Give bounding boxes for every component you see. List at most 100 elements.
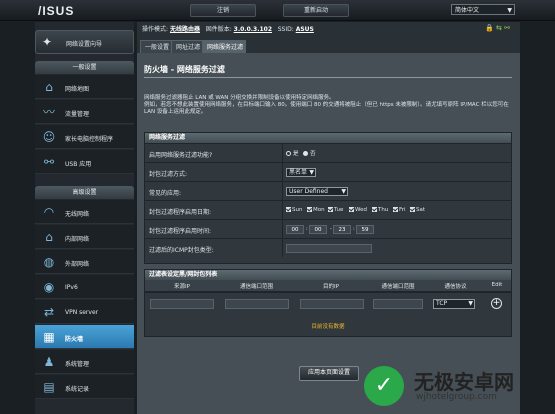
title-divider <box>144 77 512 78</box>
top-bar: /ISUS 注销 重新启动 简体中文 ▼ <box>0 0 555 21</box>
usb-status-icon[interactable]: ⚯ <box>504 24 510 32</box>
sidebar-item-label: 网络地图 <box>65 86 90 93</box>
day-checkbox-thu[interactable]: Thu <box>372 207 388 213</box>
dest-ip-input[interactable] <box>300 299 364 309</box>
day-checkbox-wed[interactable]: Wed <box>349 207 367 213</box>
sidebar-item-label: 内部网络 <box>65 236 90 243</box>
table-header: 网络服务过滤 <box>145 133 511 143</box>
sidebar-item-label: 系统记录 <box>65 386 90 393</box>
tab-url-filter[interactable]: 网址过滤 <box>171 40 203 53</box>
network-wizard-button[interactable]: ✦ 网络设置向导 <box>35 30 134 54</box>
reboot-button[interactable]: 重新启动 <box>283 4 349 17</box>
wizard-label: 网络设置向导 <box>66 41 103 48</box>
filter-method-select[interactable]: 黑名单 ▼ <box>286 168 316 177</box>
radio-yes[interactable]: 是 <box>286 149 299 157</box>
mode-label: 操作模式: <box>142 26 169 33</box>
row-value <box>282 239 512 257</box>
tab-service-filter[interactable]: 网络服务过滤 <box>202 40 246 53</box>
sidebar-item-admin[interactable]: ♟ 系统管理 <box>35 350 134 374</box>
chevron-down-icon: ▼ <box>309 169 314 176</box>
sidebar-item-label: 外部网络 <box>65 261 90 268</box>
main-content: 操作模式: 无线路由器 固件版本: 3.0.0.3.102 SSID: ASUS… <box>137 22 520 414</box>
home-icon: ⌂ <box>45 230 53 244</box>
sidebar-item-label: USB 应用 <box>65 161 92 168</box>
sidebar-item-ipv6[interactable]: ◉ IPv6 <box>35 275 134 299</box>
firmware-value[interactable]: 3.0.0.3.102 <box>234 26 272 33</box>
radio-no[interactable]: 否 <box>303 149 316 157</box>
logout-button[interactable]: 注销 <box>190 4 256 17</box>
sidebar-item-network-map[interactable]: ⌂ 网络地图 <box>35 75 134 99</box>
lock-icon[interactable]: 🔒 <box>485 24 494 32</box>
watermark-url: wjhotelgroup.com <box>416 392 497 402</box>
globe-icon: ◍ <box>43 255 55 269</box>
table-row: 封包过滤程序启用时间: 00 : 00 - 23 : 59 <box>145 219 511 238</box>
sidebar-item-firewall[interactable]: ▦ 防火墙 <box>35 325 134 349</box>
icmp-type-input[interactable] <box>286 244 372 253</box>
end-minute-input[interactable]: 59 <box>356 225 374 234</box>
row-label: 过滤后的ICMP封包类型: <box>149 247 214 254</box>
sidebar-item-label: VPN server <box>65 309 99 316</box>
tab-general[interactable]: 一般设置 <box>140 40 172 53</box>
sidebar: ✦ 网络设置向导 一般设置 ⌂ 网络地图 〰 流量管理 ☺ 家长电脑控制程序 ⚯… <box>35 22 134 414</box>
sidebar-item-wan[interactable]: ◍ 外部网络 <box>35 250 134 274</box>
protocol-select[interactable]: TCP ▼ <box>433 299 475 309</box>
sidebar-item-syslog[interactable]: ▤ 系统记录 <box>35 375 134 399</box>
page-description: 网络服务过滤器阻止 LAN 或 WAN 分组交换并限制设备以使用特定网络服务。 … <box>144 95 512 116</box>
apply-button[interactable]: 应用本页面设置 <box>299 366 359 381</box>
share-icon[interactable]: ⇆ <box>496 24 502 32</box>
row-value: 黑名单 ▼ <box>282 163 512 181</box>
column-header: 通信端口范围 <box>239 284 273 290</box>
ssid-value[interactable]: ASUS <box>296 26 314 33</box>
day-checkbox-sat[interactable]: Sat <box>410 207 425 213</box>
row-value: 00 : 00 - 23 : 59 <box>282 220 512 238</box>
traffic-icon: 〰 <box>42 105 55 119</box>
row-label: 启用网络服务过滤功能? <box>149 152 213 159</box>
asus-logo: /ISUS <box>38 4 75 18</box>
start-minute-input[interactable]: 00 <box>309 225 327 234</box>
sidebar-item-vpn[interactable]: ⇄ VPN server <box>35 300 134 324</box>
firewall-icon: ▦ <box>43 330 55 344</box>
add-rule-button[interactable]: + <box>491 298 502 309</box>
table-row: 常见的应用: User Defined ▼ <box>145 181 511 200</box>
row-value: User Defined ▼ <box>282 182 512 200</box>
mode-value[interactable]: 无线路由器 <box>170 26 200 33</box>
table-row: 封包过滤程序启用日期: Sun Mon Tue Wed Thu Fri Sat <box>145 200 511 219</box>
start-hour-input[interactable]: 00 <box>286 225 304 234</box>
day-checkbox-tue[interactable]: Tue <box>328 207 343 213</box>
row-label: 常见的应用: <box>149 190 182 197</box>
table-row: 过滤后的ICMP封包类型: <box>145 238 511 257</box>
column-header: Edit <box>491 282 503 288</box>
source-port-input[interactable] <box>225 299 289 309</box>
wifi-icon: ◠ <box>43 205 55 219</box>
row-label: 封包过滤方式: <box>149 171 188 178</box>
source-ip-input[interactable] <box>150 299 214 309</box>
column-header: 来源IP <box>174 284 190 290</box>
chevron-down-icon: ▼ <box>341 188 346 195</box>
end-hour-input[interactable]: 23 <box>333 225 351 234</box>
watermark-title: 无极安卓网 <box>414 370 514 394</box>
info-bar: 操作模式: 无线路由器 固件版本: 3.0.0.3.102 SSID: ASUS <box>142 24 314 33</box>
day-checkbox-fri[interactable]: Fri <box>393 207 406 213</box>
sidebar-item-lan[interactable]: ⌂ 内部网络 <box>35 225 134 249</box>
watermark: ✓ 无极安卓网 wjhotelgroup.com <box>360 362 552 412</box>
sidebar-item-parental[interactable]: ☺ 家长电脑控制程序 <box>35 125 134 149</box>
sidebar-item-usb[interactable]: ⚯ USB 应用 <box>35 150 134 174</box>
language-value: 简体中文 <box>455 7 480 14</box>
sidebar-item-wireless[interactable]: ◠ 无线网络 <box>35 200 134 224</box>
day-checkbox-mon[interactable]: Mon <box>307 207 325 213</box>
ipv6-icon: ◉ <box>43 280 55 294</box>
advanced-section-header: 高级设置 <box>35 186 134 199</box>
magic-wand-icon: ✦ <box>42 35 53 49</box>
status-icons: 🔒 ⇆ ⚯ <box>485 24 510 32</box>
common-apps-select[interactable]: User Defined ▼ <box>286 187 348 196</box>
row-value: Sun Mon Tue Wed Thu Fri Sat <box>282 201 512 219</box>
sidebar-item-traffic[interactable]: 〰 流量管理 <box>35 100 134 124</box>
language-select[interactable]: 简体中文 ▼ <box>451 4 515 15</box>
chevron-down-icon: ▼ <box>507 7 512 14</box>
network-map-icon: ⌂ <box>45 80 53 94</box>
day-checkbox-sun[interactable]: Sun <box>286 207 302 213</box>
dest-port-input[interactable] <box>373 299 423 309</box>
no-data-message: 目前没有数据 <box>311 324 345 330</box>
sidebar-item-label: 防火墙 <box>65 336 84 343</box>
chevron-down-icon: ▼ <box>468 300 473 307</box>
